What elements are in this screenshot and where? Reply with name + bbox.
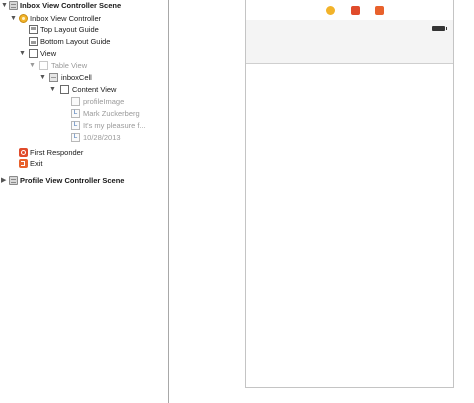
outline-row-table-view[interactable]: ▼ Table View: [0, 60, 168, 71]
label-icon: L: [71, 109, 80, 118]
label-icon: L: [71, 133, 80, 142]
exit-icon[interactable]: [375, 6, 384, 15]
outline-row-bottom-guide[interactable]: Bottom Layout Guide: [0, 36, 168, 47]
outline-row-profile-image[interactable]: profileImage: [0, 96, 168, 107]
outline-label: inboxCell: [61, 73, 92, 82]
view-icon: [29, 49, 38, 58]
storyboard-canvas[interactable]: [169, 0, 474, 403]
navigation-bar[interactable]: [246, 20, 453, 64]
outline-label: Inbox View Controller Scene: [20, 1, 122, 10]
document-outline: ▼ Inbox View Controller Scene ▼ Inbox Vi…: [0, 0, 168, 403]
scene-icon: [9, 1, 18, 10]
outline-row-inbox-vc[interactable]: ▼ Inbox View Controller: [0, 13, 168, 24]
disclosure-open-icon[interactable]: ▼: [29, 60, 36, 71]
layout-guide-icon: [29, 25, 38, 34]
outline-label: View: [40, 49, 57, 58]
view-controller-icon: [19, 14, 28, 23]
table-view-icon: [39, 61, 48, 70]
table-cell-icon: [49, 73, 58, 82]
outline-label: It's my pleasure f...: [83, 121, 146, 130]
outline-label: Table View: [51, 61, 88, 70]
first-responder-icon: [19, 148, 28, 157]
scene-icon: [9, 176, 18, 185]
view-controller-icon[interactable]: [326, 6, 335, 15]
label-icon: L: [71, 121, 80, 130]
disclosure-open-icon[interactable]: ▼: [1, 0, 8, 11]
exit-icon: [19, 159, 28, 168]
outline-row-top-guide[interactable]: Top Layout Guide: [0, 24, 168, 35]
outline-row-view[interactable]: ▼ View: [0, 48, 168, 59]
outline-label: First Responder: [30, 148, 84, 157]
outline-row-inbox-scene[interactable]: ▼ Inbox View Controller Scene: [0, 0, 168, 11]
outline-label: Exit: [30, 159, 43, 168]
disclosure-open-icon[interactable]: ▼: [10, 13, 17, 24]
outline-label: Profile View Controller Scene: [20, 176, 125, 185]
disclosure-open-icon[interactable]: ▼: [39, 72, 46, 83]
disclosure-open-icon[interactable]: ▼: [49, 84, 56, 95]
first-responder-icon[interactable]: [351, 6, 360, 15]
outline-label: Top Layout Guide: [40, 25, 99, 34]
disclosure-open-icon[interactable]: ▼: [19, 48, 26, 59]
outline-row-date-label[interactable]: L 10/28/2013: [0, 132, 168, 143]
outline-label: Mark Zuckerberg: [83, 109, 140, 118]
outline-row-name-label[interactable]: L Mark Zuckerberg: [0, 108, 168, 119]
outline-label: 10/28/2013: [83, 133, 121, 142]
outline-row-first-responder[interactable]: First Responder: [0, 147, 168, 158]
disclosure-closed-icon[interactable]: ▶: [1, 175, 6, 186]
scene-dock: [246, 0, 453, 21]
outline-label: profileImage: [83, 97, 125, 106]
outline-label: Inbox View Controller: [30, 14, 102, 23]
outline-label: Bottom Layout Guide: [40, 37, 111, 46]
scene-frame[interactable]: [245, 0, 454, 388]
outline-label: Content View: [72, 85, 117, 94]
outline-row-profile-scene[interactable]: ▶ Profile View Controller Scene: [0, 175, 168, 186]
layout-guide-icon: [29, 37, 38, 46]
outline-row-inbox-cell[interactable]: ▼ inboxCell: [0, 72, 168, 83]
battery-icon: [432, 26, 447, 31]
outline-row-content-view[interactable]: ▼ Content View: [0, 84, 168, 95]
outline-row-message-label[interactable]: L It's my pleasure f...: [0, 120, 168, 131]
image-view-icon: [71, 97, 80, 106]
outline-row-exit[interactable]: Exit: [0, 158, 168, 169]
view-icon: [60, 85, 69, 94]
